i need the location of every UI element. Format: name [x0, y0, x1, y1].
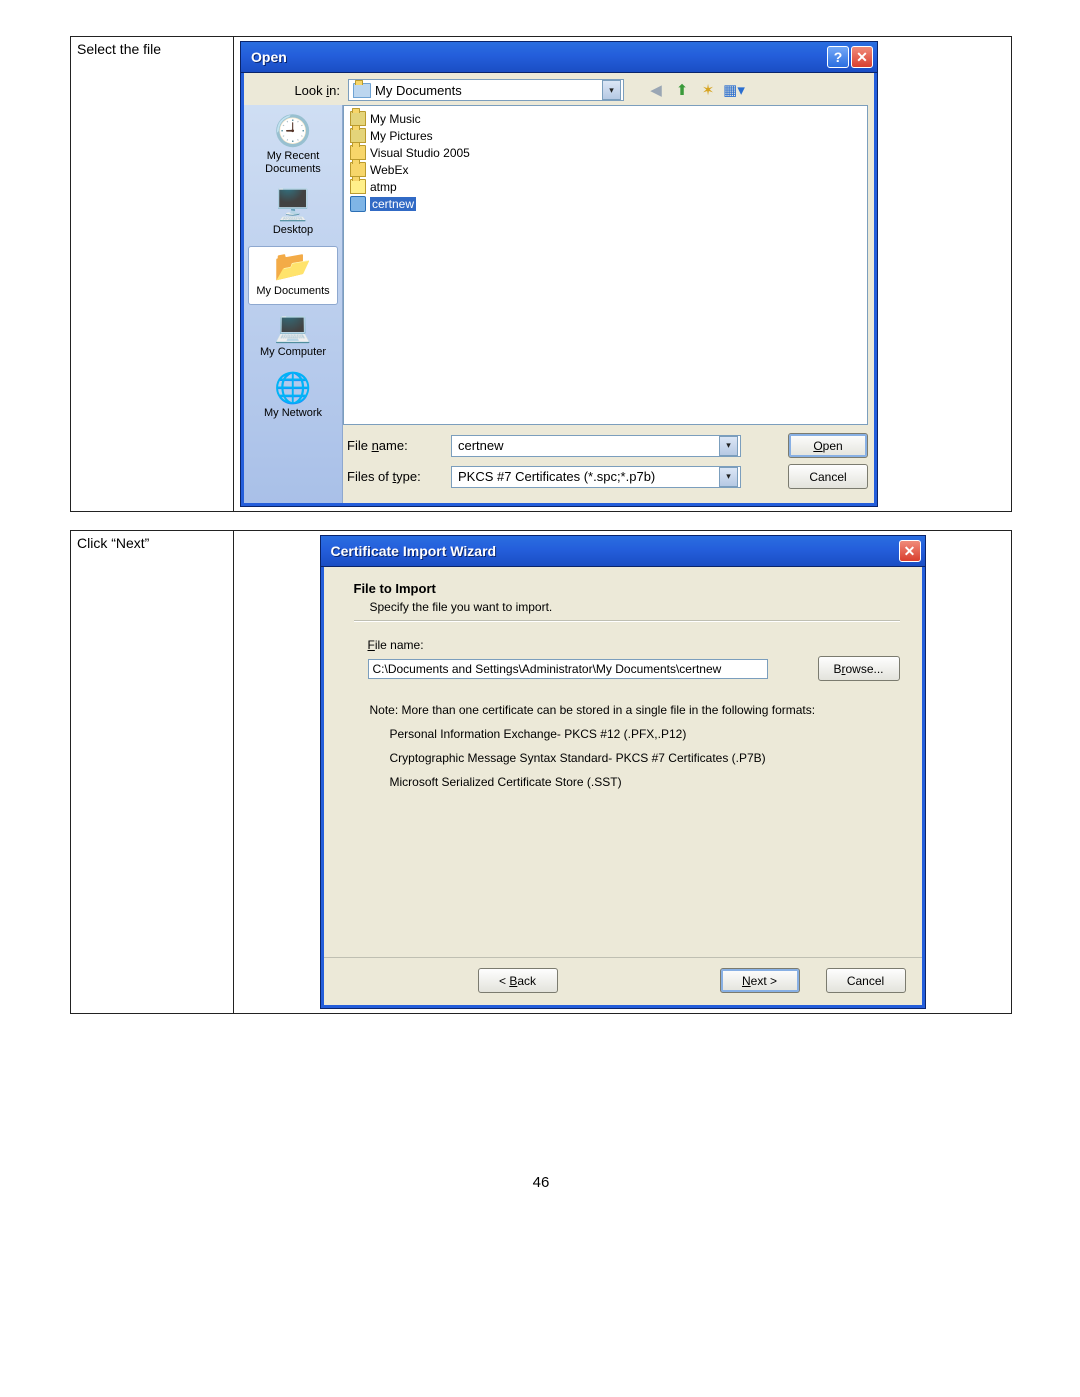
- cert-import-wizard-dialog: Certificate Import Wizard ✕ File to Impo…: [320, 535, 926, 1009]
- open-button[interactable]: Open: [788, 433, 868, 458]
- instruction-text-1: Select the file: [71, 37, 234, 512]
- lookin-combobox[interactable]: My Documents ▾: [348, 79, 624, 101]
- close-icon[interactable]: ✕: [899, 540, 921, 562]
- filetype-label: Files of type:: [347, 469, 443, 484]
- lookin-label: Look in:: [252, 83, 340, 98]
- chevron-down-icon[interactable]: ▾: [719, 467, 738, 487]
- place-my-computer[interactable]: 💻 My Computer: [248, 307, 338, 366]
- wizard-format-3: Microsoft Serialized Certificate Store (…: [390, 775, 900, 789]
- place-my-documents[interactable]: 📂 My Documents: [248, 246, 338, 305]
- wizard-heading: File to Import: [354, 581, 900, 596]
- views-icon[interactable]: ▦▾: [724, 80, 744, 100]
- list-item-selected[interactable]: certnew: [350, 195, 861, 212]
- file-list[interactable]: My Music My Pictures Visual Studio 2005: [343, 105, 868, 425]
- open-dialog-title: Open: [251, 49, 825, 65]
- open-file-dialog: Open ? ✕ Look in: My Documents ▾ ◀: [240, 41, 878, 507]
- recent-docs-icon: 🕘: [251, 116, 335, 148]
- open-dialog-titlebar[interactable]: Open ? ✕: [241, 42, 877, 73]
- instruction-text-2: Click “Next”: [71, 531, 234, 1014]
- cancel-button[interactable]: Cancel: [788, 464, 868, 489]
- list-item[interactable]: atmp: [350, 178, 861, 195]
- place-my-network[interactable]: 🌐 My Network: [248, 368, 338, 427]
- desktop-icon: 🖥️: [251, 190, 335, 222]
- list-item[interactable]: My Pictures: [350, 127, 861, 144]
- close-icon[interactable]: ✕: [851, 46, 873, 68]
- instruction-row-1: Select the file Open ? ✕ Look in: My Doc…: [70, 36, 1012, 512]
- help-icon[interactable]: ?: [827, 46, 849, 68]
- browse-button[interactable]: Browse...: [818, 656, 900, 681]
- wizard-format-2: Cryptographic Message Syntax Standard- P…: [390, 751, 900, 765]
- wizard-filename-input[interactable]: [368, 659, 768, 679]
- up-one-level-icon[interactable]: ⬆: [672, 80, 692, 100]
- lookin-value: My Documents: [375, 83, 462, 98]
- next-button[interactable]: Next >: [720, 968, 800, 993]
- back-icon[interactable]: ◀: [646, 80, 666, 100]
- wizard-titlebar[interactable]: Certificate Import Wizard ✕: [321, 536, 925, 567]
- folder-icon: [353, 83, 371, 98]
- my-network-icon: 🌐: [251, 373, 335, 405]
- filetype-value: PKCS #7 Certificates (*.spc;*.p7b): [458, 469, 655, 484]
- wizard-note: Note: More than one certificate can be s…: [370, 703, 900, 717]
- wizard-filename-label: File name:: [368, 638, 900, 652]
- filename-value: certnew: [458, 438, 504, 453]
- place-recent-docs[interactable]: 🕘 My Recent Documents: [248, 111, 338, 183]
- filename-combobox[interactable]: certnew ▾: [451, 435, 741, 457]
- chevron-down-icon[interactable]: ▾: [602, 80, 621, 100]
- page-number: 46: [70, 1174, 1012, 1191]
- list-item[interactable]: My Music: [350, 110, 861, 127]
- places-bar: 🕘 My Recent Documents 🖥️ Desktop 📂 My Do…: [244, 105, 343, 503]
- certificate-icon: [350, 196, 366, 212]
- filename-label: File name:: [347, 438, 443, 453]
- folder-shortcut-icon: [350, 179, 366, 195]
- wizard-title: Certificate Import Wizard: [331, 543, 897, 559]
- new-folder-icon[interactable]: ✶: [698, 80, 718, 100]
- chevron-down-icon[interactable]: ▾: [719, 436, 738, 456]
- list-item[interactable]: Visual Studio 2005: [350, 144, 861, 161]
- filetype-combobox[interactable]: PKCS #7 Certificates (*.spc;*.p7b) ▾: [451, 466, 741, 488]
- my-documents-icon: 📂: [251, 251, 335, 283]
- cancel-button[interactable]: Cancel: [826, 968, 906, 993]
- list-item[interactable]: WebEx: [350, 161, 861, 178]
- back-button[interactable]: < Back: [478, 968, 558, 993]
- wizard-format-1: Personal Information Exchange- PKCS #12 …: [390, 727, 900, 741]
- divider: [354, 620, 900, 622]
- place-desktop[interactable]: 🖥️ Desktop: [248, 185, 338, 244]
- instruction-row-2: Click “Next” Certificate Import Wizard ✕…: [70, 530, 1012, 1014]
- wizard-subheading: Specify the file you want to import.: [370, 600, 900, 614]
- my-computer-icon: 💻: [251, 312, 335, 344]
